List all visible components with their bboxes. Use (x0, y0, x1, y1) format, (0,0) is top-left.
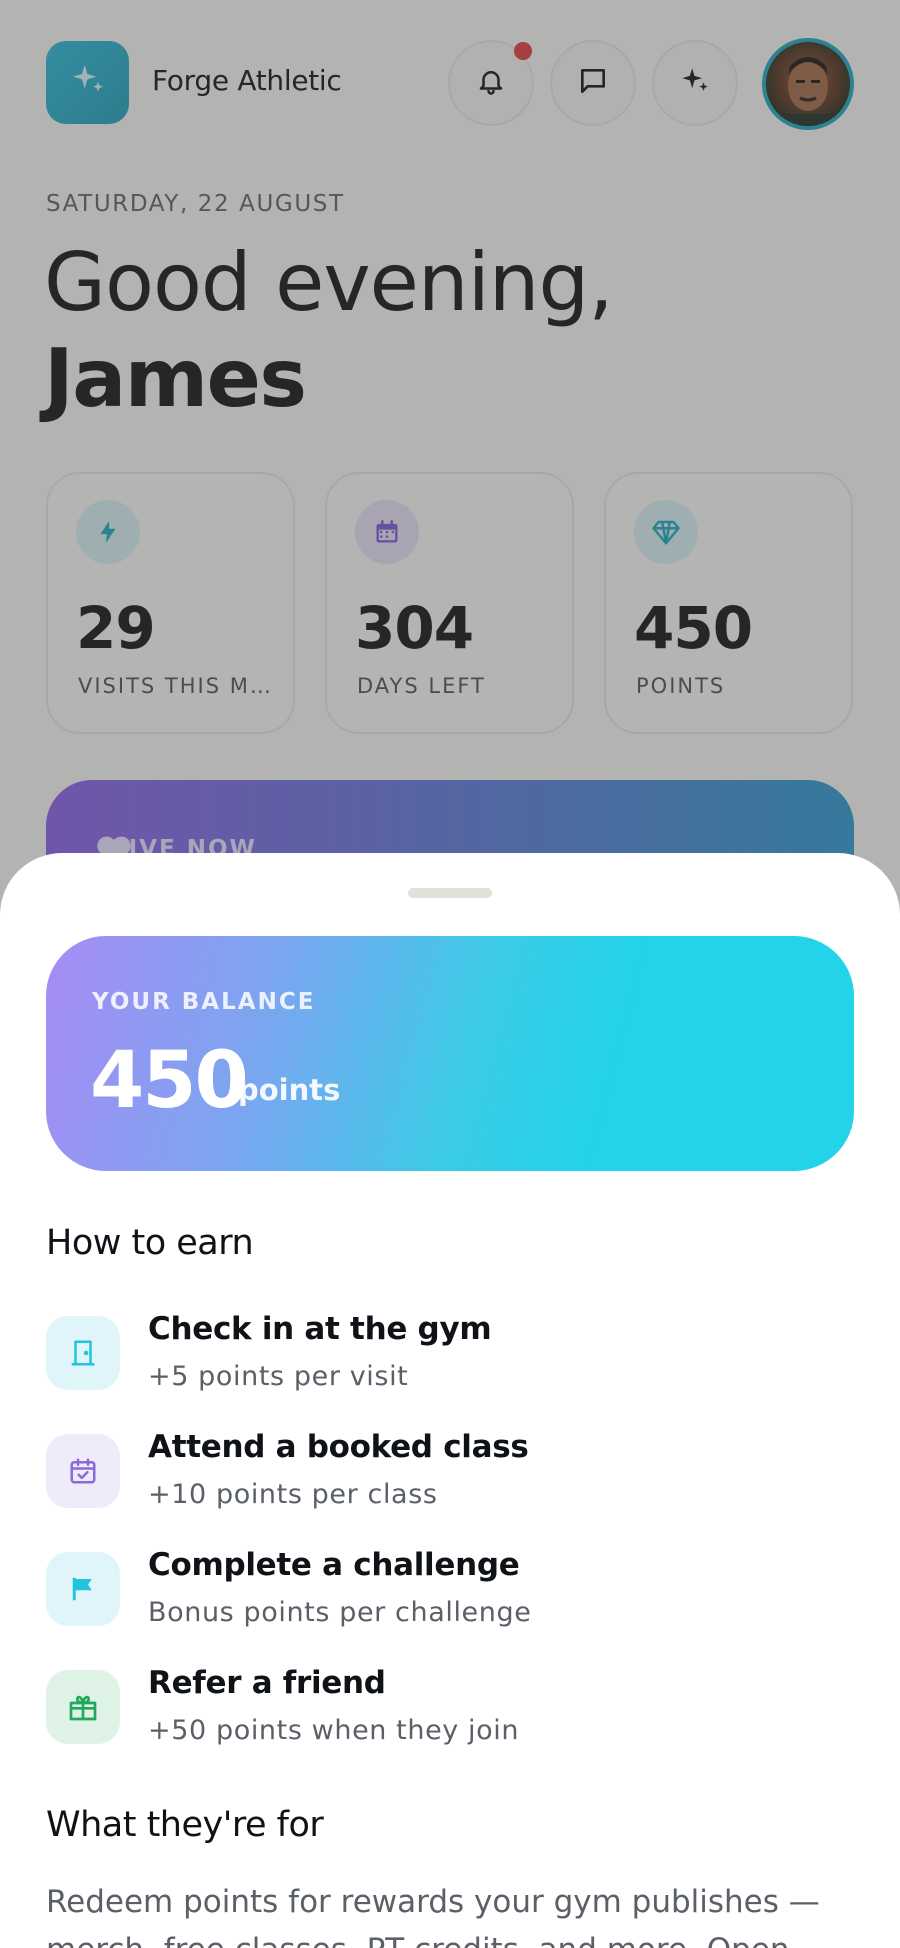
what-theyre-for-title: What they're for (46, 1805, 324, 1845)
earn-item-subtitle: +5 points per visit (148, 1361, 409, 1392)
earn-item-title: Attend a booked class (148, 1429, 529, 1465)
what-theyre-for-body: Redeem points for rewards your gym publi… (46, 1884, 820, 1948)
balance-label: YOUR BALANCE (92, 989, 316, 1015)
how-to-earn-title: How to earn (46, 1223, 254, 1263)
sheet-drag-handle[interactable] (408, 888, 492, 898)
door-icon (46, 1316, 120, 1390)
earn-item-title: Complete a challenge (148, 1547, 520, 1583)
flag-icon (46, 1552, 120, 1626)
points-bottom-sheet: YOUR BALANCE 450 points How to earn Chec… (0, 853, 900, 1948)
earn-item-subtitle: Bonus points per challenge (148, 1597, 532, 1628)
balance-value: 450 (90, 1036, 249, 1126)
earn-item-title: Check in at the gym (148, 1311, 492, 1347)
earn-item-refer: Refer a friend +50 points when they join (46, 1665, 854, 1755)
earn-item-title: Refer a friend (148, 1665, 386, 1701)
earn-item-check-in: Check in at the gym +5 points per visit (46, 1311, 854, 1401)
earn-item-class: Attend a booked class +10 points per cla… (46, 1429, 854, 1519)
earn-item-subtitle: +50 points when they join (148, 1715, 520, 1746)
earn-item-subtitle: +10 points per class (148, 1479, 438, 1510)
gift-icon (46, 1670, 120, 1744)
balance-unit: points (238, 1073, 341, 1107)
earn-item-challenge: Complete a challenge Bonus points per ch… (46, 1547, 854, 1637)
calendar-check-icon (46, 1434, 120, 1508)
balance-card: YOUR BALANCE 450 points (46, 936, 854, 1171)
